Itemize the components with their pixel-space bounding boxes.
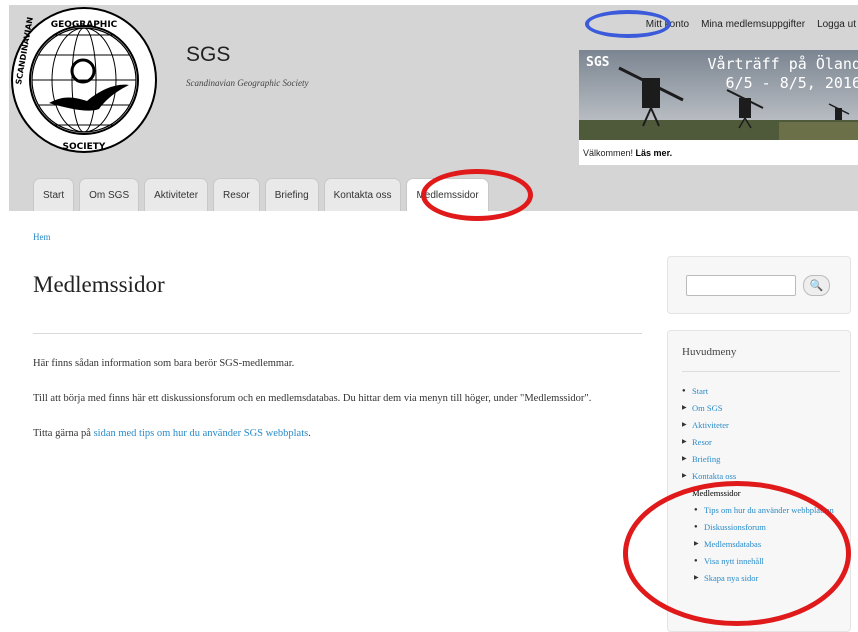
logout-link[interactable]: Logga ut xyxy=(817,19,856,30)
menu-item-label[interactable]: Kontakta oss xyxy=(692,472,736,481)
main-menu-divider xyxy=(682,371,840,372)
menu-item-label[interactable]: Aktiviteter xyxy=(692,421,729,430)
menu-item-label[interactable]: Resor xyxy=(692,438,712,447)
read-more-link[interactable]: Läs mer. xyxy=(636,148,673,158)
main-menu-title: Huvudmeny xyxy=(682,346,737,358)
content-paragraph-3: Titta gärna på sidan med tips om hur du … xyxy=(33,425,653,443)
menu-item-start[interactable]: ● Start xyxy=(682,387,847,396)
collapsed-arrow-icon: ▶ xyxy=(682,456,687,462)
p3-suffix: . xyxy=(308,428,311,439)
p3-prefix: Titta gärna på xyxy=(33,428,94,439)
banner-title-line2: 6/5 - 8/5, 2016 xyxy=(725,74,858,92)
breadcrumb-home[interactable]: Hem xyxy=(33,232,51,242)
banner-caption-text: Välkommen! xyxy=(583,148,634,158)
search-button[interactable]: 🔍 xyxy=(803,275,830,296)
collapsed-arrow-icon: ▶ xyxy=(682,473,687,479)
search-block: 🔍 xyxy=(667,256,851,314)
svg-text:GEOGRAPHIC: GEOGRAPHIC xyxy=(51,20,118,30)
page-content: Här finns sådan information som bara ber… xyxy=(33,355,653,460)
collapsed-arrow-icon: ▶ xyxy=(682,422,687,428)
menu-item-label[interactable]: Om SGS xyxy=(692,404,722,413)
menu-item-om-sgs[interactable]: ▶ Om SGS xyxy=(682,404,847,413)
site-name[interactable]: SGS xyxy=(186,43,230,67)
secondary-menu: Mitt konto Mina medlemsuppgifter Logga u… xyxy=(646,19,856,30)
tab-briefing[interactable]: Briefing xyxy=(264,178,319,211)
highlight-oval-red-tab xyxy=(421,169,533,221)
bullet-icon: ● xyxy=(682,388,686,394)
event-banner[interactable]: SGS Vårträff på Öland 6/5 - 8/5, 2016 Vä… xyxy=(579,50,858,165)
collapsed-arrow-icon: ▶ xyxy=(682,439,687,445)
member-info-link[interactable]: Mina medlemsuppgifter xyxy=(701,19,805,30)
banner-title-line1: Vårträff på Öland xyxy=(707,55,858,73)
menu-item-kontakta-oss[interactable]: ▶ Kontakta oss xyxy=(682,472,847,481)
tips-page-link[interactable]: sidan med tips om hur du använder SGS we… xyxy=(94,428,309,439)
search-icon: 🔍 xyxy=(809,279,824,292)
site-slogan: Scandinavian Geographic Society xyxy=(186,78,309,88)
tab-start[interactable]: Start xyxy=(33,178,75,211)
tab-om-sgs[interactable]: Om SGS xyxy=(79,178,140,211)
menu-item-label[interactable]: Briefing xyxy=(692,455,720,464)
menu-item-label[interactable]: Start xyxy=(692,387,708,396)
svg-text:SOCIETY: SOCIETY xyxy=(63,142,106,152)
tab-kontakta-oss[interactable]: Kontakta oss xyxy=(323,178,402,211)
collapsed-arrow-icon: ▶ xyxy=(682,405,687,411)
banner-caption: Välkommen! Läs mer. xyxy=(583,148,672,158)
tab-resor[interactable]: Resor xyxy=(213,178,260,211)
menu-item-briefing[interactable]: ▶ Briefing xyxy=(682,455,847,464)
menu-item-resor[interactable]: ▶ Resor xyxy=(682,438,847,447)
banner-title: Vårträff på Öland 6/5 - 8/5, 2016 xyxy=(707,55,858,93)
search-input[interactable] xyxy=(686,275,796,296)
content-paragraph-2: Till att börja med finns här ett diskuss… xyxy=(33,393,592,404)
highlight-oval-blue xyxy=(585,10,671,38)
title-divider xyxy=(33,333,642,334)
sgs-logo[interactable]: GEOGRAPHIC SOCIETY SCANDINAVIAN xyxy=(9,5,159,160)
banner-brand: SGS xyxy=(586,55,610,70)
highlight-oval-red-menu xyxy=(623,481,851,626)
tab-aktiviteter[interactable]: Aktiviteter xyxy=(144,178,209,211)
content-paragraph-1: Här finns sådan information som bara ber… xyxy=(33,358,295,369)
page-title: Medlemssidor xyxy=(33,272,165,297)
menu-item-aktiviteter[interactable]: ▶ Aktiviteter xyxy=(682,421,847,430)
